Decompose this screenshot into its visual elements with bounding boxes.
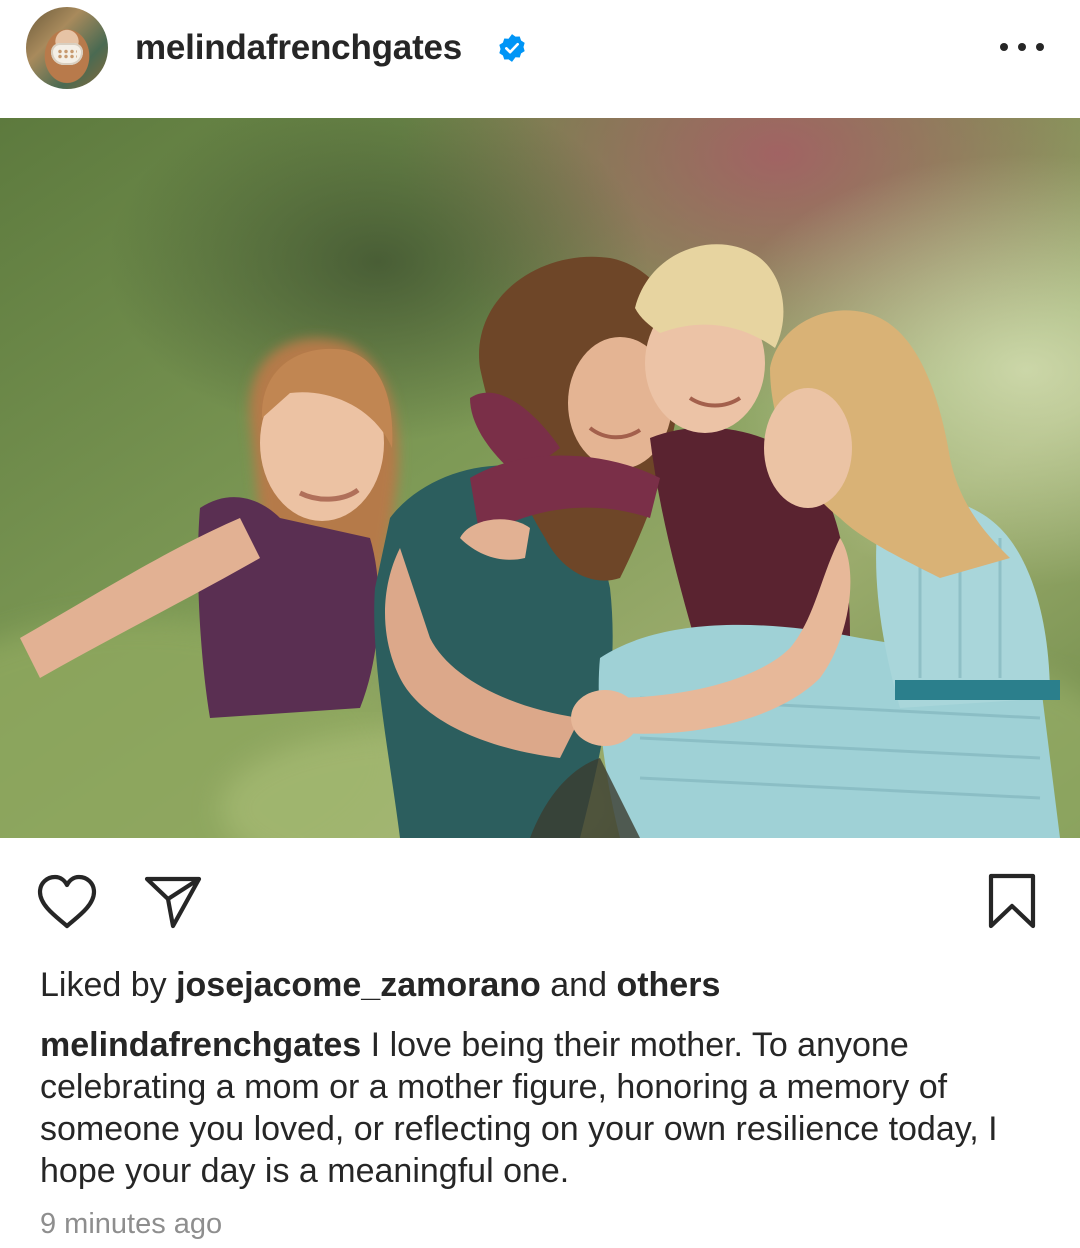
caption-username[interactable]: melindafrenchgates	[40, 1026, 361, 1064]
post-timestamp: 9 minutes ago	[40, 1208, 223, 1240]
more-options-icon[interactable]	[1000, 30, 1044, 64]
likes-summary: Liked by josejacome_zamorano and others	[40, 966, 720, 1005]
likes-prefix: Liked by	[40, 966, 167, 1004]
likes-and: and	[550, 966, 607, 1004]
paper-plane-icon[interactable]	[143, 874, 203, 930]
post-actions	[0, 860, 1080, 950]
verified-badge-icon	[499, 34, 525, 62]
post-header: melindafrenchgates	[0, 0, 1080, 96]
more-dot	[1018, 43, 1026, 51]
bookmark-icon[interactable]	[986, 872, 1038, 930]
face-mask-graphic	[51, 43, 83, 65]
post-image[interactable]	[0, 118, 1080, 838]
likes-others-link[interactable]: others	[616, 966, 720, 1004]
family-photo	[0, 118, 1080, 838]
avatar[interactable]	[26, 7, 108, 89]
heart-icon[interactable]	[36, 874, 98, 930]
post-username[interactable]: melindafrenchgates	[135, 28, 462, 68]
more-dot	[1000, 43, 1008, 51]
post-caption: melindafrenchgates I love being their mo…	[40, 1024, 1050, 1192]
liker-username[interactable]: josejacome_zamorano	[176, 966, 541, 1004]
more-dot	[1036, 43, 1044, 51]
